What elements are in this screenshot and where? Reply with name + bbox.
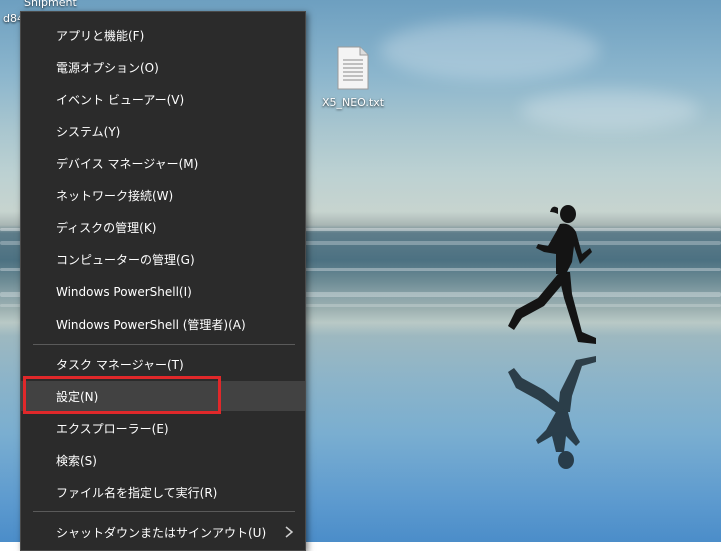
menu-item-task-manager[interactable]: タスク マネージャー(T) [21,349,305,379]
menu-item-powershell-admin[interactable]: Windows PowerShell (管理者)(A) [21,309,305,339]
desktop-file-label[interactable]: X5_NEO.txt [316,96,390,109]
runner-reflection [508,356,596,469]
menu-item-shutdown-signout[interactable]: シャットダウンまたはサインアウト(U) [21,517,305,547]
menu-item-computer-management[interactable]: コンピューターの管理(G) [21,244,305,274]
sky-cloud [380,20,600,80]
menu-item-run[interactable]: ファイル名を指定して実行(R) [21,477,305,507]
highlight-annotation [23,376,221,414]
menu-item-device-manager[interactable]: デバイス マネージャー(M) [21,148,305,178]
menu-separator [33,344,295,345]
sky-cloud [520,90,700,130]
menu-item-network-connections[interactable]: ネットワーク接続(W) [21,180,305,210]
menu-item-system[interactable]: システム(Y) [21,116,305,146]
menu-item-disk-management[interactable]: ディスクの管理(K) [21,212,305,242]
text-file-icon[interactable] [336,46,370,90]
desktop-icon-label-partial[interactable]: Shipment [24,0,77,9]
menu-item-power-options[interactable]: 電源オプション(O) [21,52,305,82]
menu-item-apps-features[interactable]: アプリと機能(F) [21,20,305,50]
menu-item-search[interactable]: 検索(S) [21,445,305,475]
menu-item-powershell[interactable]: Windows PowerShell(I) [21,277,305,307]
runner-silhouette [508,205,596,344]
chevron-right-icon [285,526,294,538]
menu-separator [33,511,295,512]
menu-item-event-viewer[interactable]: イベント ビューアー(V) [21,84,305,114]
menu-item-label: シャットダウンまたはサインアウト(U) [56,525,267,540]
menu-item-explorer[interactable]: エクスプローラー(E) [21,413,305,443]
power-user-menu: アプリと機能(F) 電源オプション(O) イベント ビューアー(V) システム(… [20,11,306,551]
